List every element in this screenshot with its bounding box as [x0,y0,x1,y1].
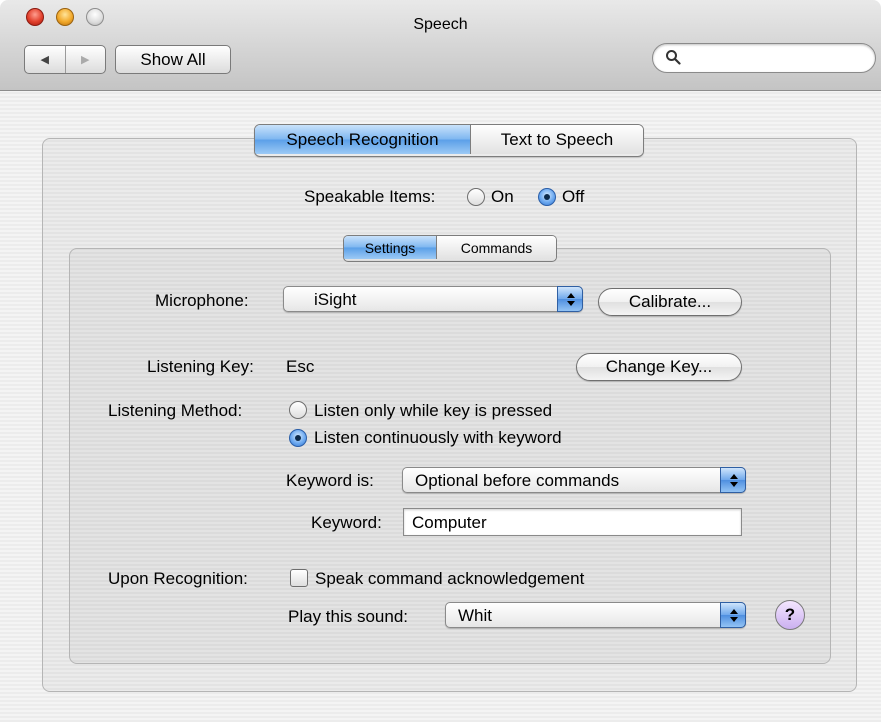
speakable-items-off-label: Off [562,187,585,206]
forward-arrow-icon: ▶ [81,54,90,66]
back-button[interactable]: ◀ [25,46,66,73]
back-forward-control: ◀ ▶ [24,45,106,74]
window-title: Speech [413,16,468,33]
sub-tab-bar: Settings Commands [343,235,557,262]
keyword-label: Keyword: [311,513,382,532]
listen-continuously-radio[interactable] [289,429,307,447]
play-sound-popup[interactable]: Whit [445,602,746,628]
listening-key-label: Listening Key: [147,357,254,376]
help-button[interactable]: ? [775,600,805,630]
magnifier-icon [666,50,681,65]
speak-acknowledgement-label: Speak command acknowledgement [315,569,585,588]
keyword-is-label: Keyword is: [286,471,374,490]
speakable-items-label: Speakable Items: [304,187,436,206]
speakable-items-off-radio[interactable] [538,188,556,206]
listen-while-key-pressed-radio[interactable] [289,401,307,419]
radio-dot [544,194,550,200]
listen-while-key-pressed-label: Listen only while key is pressed [314,401,553,420]
keyword-is-popup[interactable]: Optional before commands [402,467,746,493]
change-key-button[interactable]: Change Key... [576,353,742,381]
speakable-items-on-label: On [491,187,514,206]
play-sound-label: Play this sound: [288,607,409,626]
popup-arrows-icon [720,602,746,628]
show-all-button[interactable]: Show All [115,45,231,74]
speak-acknowledgement-checkbox[interactable] [290,569,308,587]
tab-settings[interactable]: Settings [344,236,437,259]
speakable-items-on-radio[interactable] [467,188,485,206]
listening-key-value: Esc [286,357,315,376]
tab-text-to-speech[interactable]: Text to Speech [471,125,643,154]
play-sound-value: Whit [458,606,492,625]
popup-arrows-icon [557,286,583,312]
keyword-field[interactable]: Computer [403,508,742,536]
listen-continuously-label: Listen continuously with keyword [314,428,562,447]
title-bar: Speech ◀ ▶ Show All [0,0,881,91]
back-arrow-icon: ◀ [40,54,49,66]
upon-recognition-label: Upon Recognition: [108,569,248,588]
microphone-label: Microphone: [155,291,249,310]
search-field[interactable] [652,43,876,73]
listening-method-label: Listening Method: [108,401,243,420]
calibrate-button[interactable]: Calibrate... [598,288,742,316]
popup-arrows-icon [720,467,746,493]
tab-commands[interactable]: Commands [437,236,556,259]
radio-dot [295,435,301,441]
speech-preferences-window: Speech ◀ ▶ Show All Speech Recognition T… [0,0,881,722]
keyword-is-value: Optional before commands [415,471,620,490]
microphone-value: iSight [314,290,357,309]
main-tab-bar: Speech Recognition Text to Speech [254,124,644,157]
tab-speech-recognition[interactable]: Speech Recognition [255,125,471,154]
forward-button[interactable]: ▶ [66,46,106,73]
microphone-popup[interactable]: iSight [283,286,583,312]
